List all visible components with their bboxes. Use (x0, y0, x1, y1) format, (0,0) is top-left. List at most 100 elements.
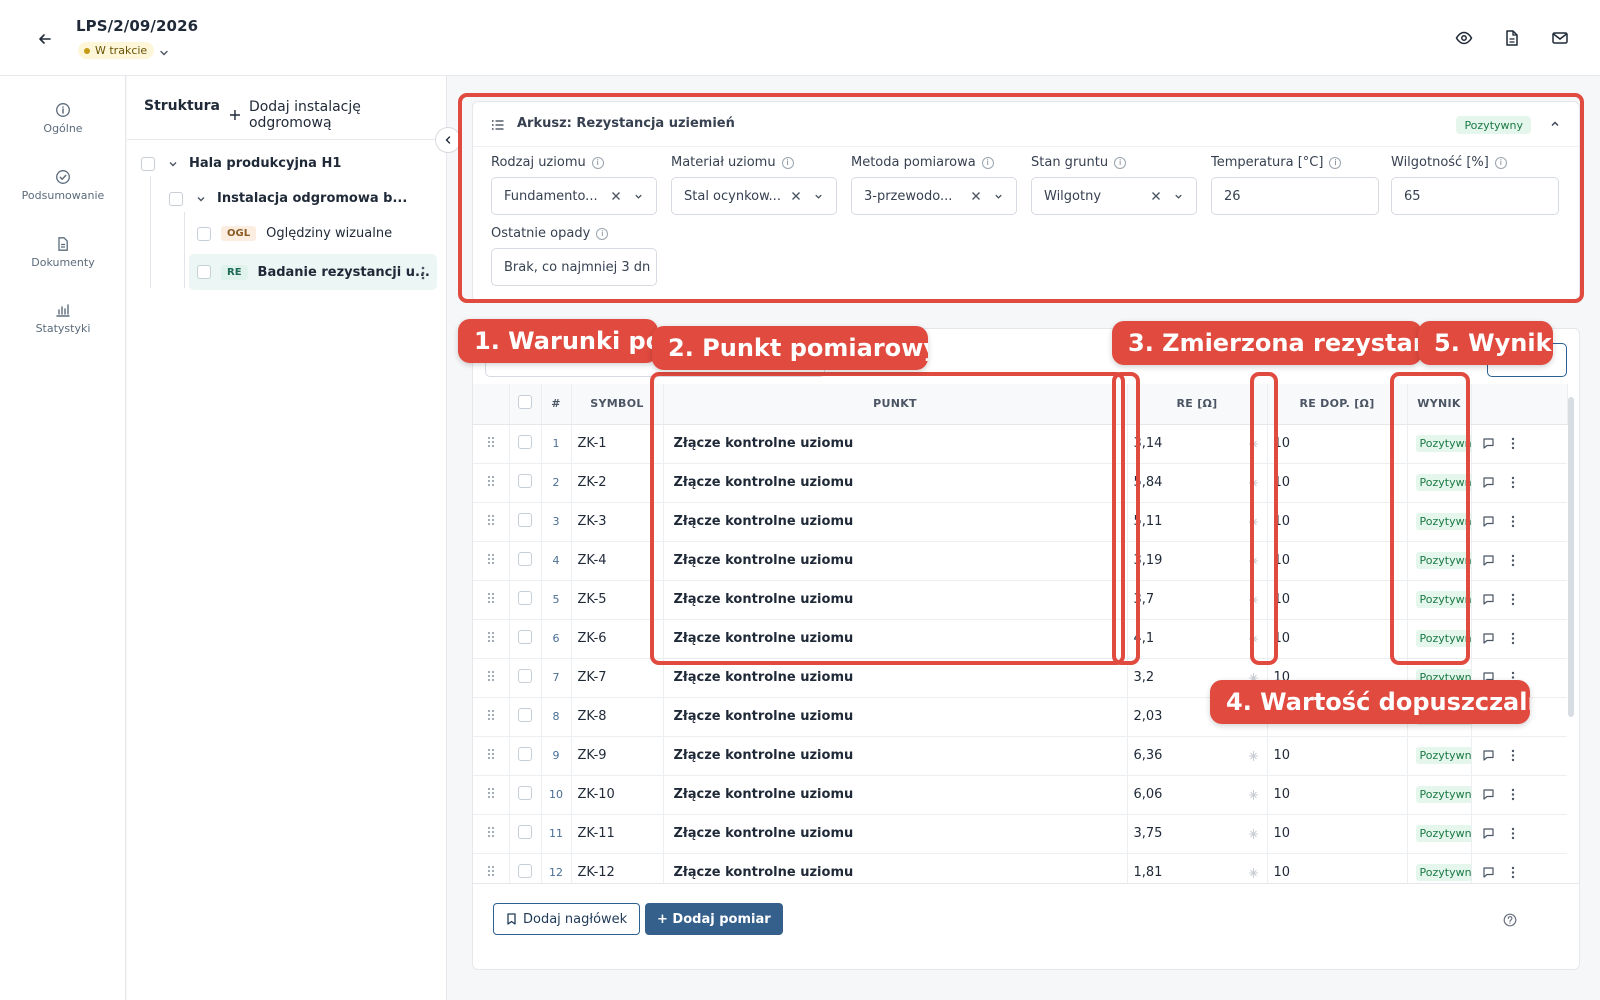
auto-value-icon[interactable] (1248, 633, 1259, 645)
cell-result[interactable]: Pozytywn (1407, 424, 1472, 464)
chevron-down-icon[interactable] (813, 191, 824, 202)
drag-handle-icon[interactable] (487, 514, 495, 526)
tree-checkbox[interactable] (141, 156, 155, 171)
cell-symbol[interactable]: ZK-4 (571, 541, 664, 581)
cell-point[interactable]: Złącze kontrolne uziomu (663, 463, 1128, 503)
row-checkbox[interactable] (518, 473, 532, 488)
cell-re-dop[interactable]: 10 (1267, 619, 1408, 659)
tree-item-hall[interactable]: Hala produkcyjna H1 (141, 156, 341, 171)
more-vertical-icon[interactable] (1511, 515, 1515, 528)
chevron-down-icon[interactable] (1173, 191, 1184, 202)
drag-handle-icon[interactable] (487, 709, 495, 721)
auto-value-icon[interactable] (1248, 477, 1259, 489)
comment-icon[interactable] (1482, 515, 1495, 528)
clear-icon[interactable] (790, 190, 802, 202)
cell-point[interactable]: Złącze kontrolne uziomu (663, 580, 1128, 620)
add-installation-button[interactable]: Dodaj instalację odgromową (229, 99, 447, 131)
vertical-scrollbar[interactable] (1568, 397, 1574, 717)
cell-symbol[interactable]: ZK-6 (571, 619, 664, 659)
drag-handle[interactable] (473, 619, 510, 659)
cell-point[interactable]: Złącze kontrolne uziomu (663, 541, 1128, 581)
drag-handle[interactable] (473, 775, 510, 815)
cell-re[interactable]: 3,75 (1127, 814, 1268, 854)
info-icon[interactable]: i (781, 156, 794, 169)
info-icon[interactable]: i (591, 156, 604, 169)
cell-point[interactable]: Złącze kontrolne uziomu (663, 736, 1128, 776)
auto-value-icon[interactable] (1248, 438, 1259, 450)
auto-value-icon[interactable] (1248, 750, 1259, 762)
drag-handle[interactable] (473, 697, 510, 737)
cell-symbol[interactable]: ZK-1 (571, 424, 664, 464)
drag-handle-icon[interactable] (487, 553, 495, 565)
cell-result[interactable]: Pozytywn (1407, 775, 1472, 815)
add-header-button[interactable]: Dodaj nagłówek (493, 903, 641, 935)
tree-checkbox[interactable] (197, 226, 211, 241)
more-vertical-icon[interactable] (1511, 632, 1515, 645)
table-row[interactable]: 3 ZK-3 Złącze kontrolne uziomu 5,11 10 Pozyty… (473, 502, 1567, 542)
ground-type-select[interactable]: Fundamento... (491, 177, 657, 215)
nav-item-general[interactable]: Ogólne (0, 102, 126, 135)
drag-handle-icon[interactable] (487, 475, 495, 487)
cell-result[interactable]: Pozytywn (1407, 736, 1472, 776)
ground-material-select[interactable]: Stal ocynkow... (671, 177, 837, 215)
chevron-down-icon[interactable] (633, 191, 644, 202)
mail-icon[interactable] (1550, 28, 1570, 48)
cell-point[interactable]: Złącze kontrolne uziomu (663, 424, 1128, 464)
more-vertical-icon[interactable] (1511, 788, 1515, 801)
cell-re-dop[interactable]: 10 (1267, 424, 1408, 464)
last-rainfall-input[interactable]: Brak, co najmniej 3 dn (491, 248, 657, 286)
info-icon[interactable]: i (981, 156, 994, 169)
more-vertical-icon[interactable] (1511, 554, 1515, 567)
tree-checkbox[interactable] (197, 265, 211, 279)
more-vertical-icon[interactable] (1511, 866, 1515, 879)
cell-symbol[interactable]: ZK-7 (571, 658, 664, 698)
cell-result[interactable]: Pozytywn (1407, 814, 1472, 854)
comment-icon[interactable] (1482, 554, 1495, 567)
cell-symbol[interactable]: ZK-8 (571, 697, 664, 737)
cell-point[interactable]: Złącze kontrolne uziomu (663, 814, 1128, 854)
row-checkbox[interactable] (518, 434, 532, 449)
drag-handle-icon[interactable] (487, 436, 495, 448)
comment-icon[interactable] (1482, 437, 1495, 450)
clear-icon[interactable] (610, 190, 622, 202)
tree-item-installation[interactable]: Instalacja odgromowa b... (169, 191, 407, 206)
table-row[interactable]: 2 ZK-2 Złącze kontrolne uziomu 5,84 10 Pozyty… (473, 463, 1567, 503)
column-header-num[interactable]: # (541, 384, 572, 425)
cell-symbol[interactable]: ZK-2 (571, 463, 664, 503)
tree-item-visual-inspection[interactable]: OGL Oględziny wizualne (197, 226, 392, 241)
cell-re[interactable]: 5,11 (1127, 502, 1268, 542)
cell-re-dop[interactable]: 10 (1267, 502, 1408, 542)
cell-point[interactable]: Złącze kontrolne uziomu (663, 658, 1128, 698)
drag-handle[interactable] (473, 658, 510, 698)
drag-handle[interactable] (473, 736, 510, 776)
row-checkbox[interactable] (518, 551, 532, 566)
auto-value-icon[interactable] (1248, 555, 1259, 567)
collapse-panel-button[interactable] (435, 127, 461, 153)
info-icon[interactable]: i (1114, 156, 1127, 169)
clear-icon[interactable] (970, 190, 982, 202)
cell-re[interactable]: 3,14 (1127, 424, 1268, 464)
drag-handle[interactable] (473, 424, 510, 464)
table-row[interactable]: 9 ZK-9 Złącze kontrolne uziomu 6,36 10 Pozyty… (473, 736, 1567, 776)
cell-re-dop[interactable]: 10 (1267, 580, 1408, 620)
row-checkbox[interactable] (518, 668, 532, 683)
eye-icon[interactable] (1454, 28, 1474, 48)
temperature-input[interactable]: 26 (1211, 177, 1379, 215)
cell-point[interactable]: Złącze kontrolne uziomu (663, 697, 1128, 737)
cell-re-dop[interactable]: 10 (1267, 775, 1408, 815)
cell-symbol[interactable]: ZK-10 (571, 775, 664, 815)
cell-symbol[interactable]: ZK-9 (571, 736, 664, 776)
drag-handle-icon[interactable] (487, 748, 495, 760)
table-row[interactable]: 4 ZK-4 Złącze kontrolne uziomu 3,19 10 Pozyty… (473, 541, 1567, 581)
comment-icon[interactable] (1482, 749, 1495, 762)
comment-icon[interactable] (1482, 476, 1495, 489)
cell-result[interactable]: Pozytywn (1407, 463, 1472, 503)
comment-icon[interactable] (1482, 788, 1495, 801)
column-header-point[interactable]: PUNKT (663, 384, 1128, 425)
chevron-up-icon[interactable] (1549, 118, 1561, 130)
comment-icon[interactable] (1482, 866, 1495, 879)
cell-re-dop[interactable]: 10 (1267, 814, 1408, 854)
chevron-down-icon[interactable] (158, 44, 170, 56)
auto-value-icon[interactable] (1248, 594, 1259, 606)
auto-value-icon[interactable] (1248, 828, 1259, 840)
